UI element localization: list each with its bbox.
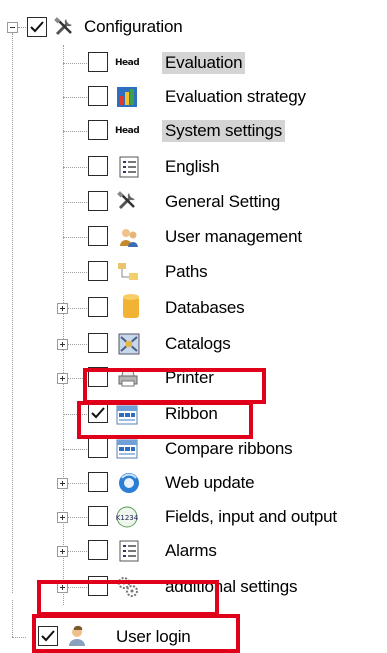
tree-node-label: User management [165,227,302,246]
tools-icon [54,17,72,36]
catalog-icon [118,333,140,355]
expand-toggle[interactable] [57,478,68,489]
tree-line [68,517,89,519]
ribbon-icon [116,439,138,459]
tree-node-evaluation[interactable]: Head Evaluation [0,42,387,76]
tree-node-label: Compare ribbons [165,439,293,458]
head-icon: Head [115,58,140,68]
tree-node-label: General Setting [165,192,281,211]
tree-line [63,237,89,239]
user-management-checkbox[interactable] [88,226,108,246]
expand-toggle[interactable] [57,339,68,350]
paths-checkbox[interactable] [88,261,108,281]
evaluation-strategy-checkbox[interactable] [88,86,108,106]
configuration-tree: Configuration Head Evaluation Evaluation… [0,0,387,653]
fields-checkbox[interactable] [88,506,108,526]
tree-node-label: Evaluation strategy [165,87,306,106]
tree-node-label: Fields, input and output [165,507,337,526]
tree-line [68,551,89,553]
database-icon [123,294,139,318]
tree-node-label: Web update [165,473,255,492]
general-setting-checkbox[interactable] [88,191,108,211]
tree-node-evaluation-strategy[interactable]: Evaluation strategy [0,76,387,110]
tree-node-paths[interactable]: Paths [0,251,387,285]
compare-ribbons-checkbox[interactable] [88,438,108,458]
tree-line [68,308,89,310]
tree-node-catalogs[interactable]: Catalogs [0,323,387,357]
web-update-checkbox[interactable] [88,472,108,492]
tree-node-label: Configuration [84,17,183,36]
tree-line [68,344,89,346]
users-icon [120,229,138,247]
head-icon: Head [115,126,140,136]
alarms-checkbox[interactable] [88,540,108,560]
tree-node-label: Alarms [165,541,217,560]
highlight-box-user-login [32,614,240,653]
list-icon [119,156,139,178]
expand-toggle[interactable] [57,373,68,384]
expand-toggle[interactable] [57,303,68,314]
tree-node-english[interactable]: English [0,146,387,180]
tree-line [63,202,89,204]
tree-line [68,483,89,485]
tree-line [63,272,89,274]
tree-line [63,167,89,169]
tree-node-label: Evaluation [162,52,246,74]
expand-toggle[interactable] [57,512,68,523]
evaluation-checkbox[interactable] [88,52,108,72]
tree-node-fields-input-output[interactable]: K1234 Fields, input and output [0,496,387,530]
tree-node-configuration[interactable]: Configuration [0,8,387,42]
highlight-box-additional-settings [37,580,219,616]
tree-node-system-settings[interactable]: Head System settings [0,110,387,144]
check-mark-icon [30,21,44,33]
databases-checkbox[interactable] [88,297,108,317]
tree-node-label: Databases [165,298,245,317]
collapse-toggle[interactable] [7,22,18,33]
highlight-box-printer [83,368,266,404]
english-checkbox[interactable] [88,156,108,176]
tree-node-alarms[interactable]: Alarms [0,530,387,564]
tree-node-web-update[interactable]: Web update [0,462,387,496]
tree-line [63,131,89,133]
fields-icon: K1234 [116,506,138,528]
list-icon [119,540,139,562]
expand-toggle[interactable] [57,546,68,557]
tree-node-label: English [165,157,220,176]
tree-node-label: System settings [162,120,285,142]
configuration-checkbox[interactable] [27,17,47,37]
tree-line [63,63,89,65]
tree-node-label: Catalogs [165,334,231,353]
tree-node-user-management[interactable]: User management [0,216,387,250]
highlight-box-ribbon [77,401,253,439]
tools-icon [117,191,135,210]
catalogs-checkbox[interactable] [88,333,108,353]
tree-node-label: Paths [165,262,208,281]
tree-node-general-setting[interactable]: General Setting [0,181,387,215]
tree-node-databases[interactable]: Databases [0,287,387,321]
system-settings-checkbox[interactable] [88,120,108,140]
svg-text:K1234: K1234 [116,514,138,522]
paths-icon [118,263,138,280]
strategy-icon [117,87,137,107]
tree-line [63,449,89,451]
tree-line [63,97,89,99]
globe-icon [119,473,139,493]
